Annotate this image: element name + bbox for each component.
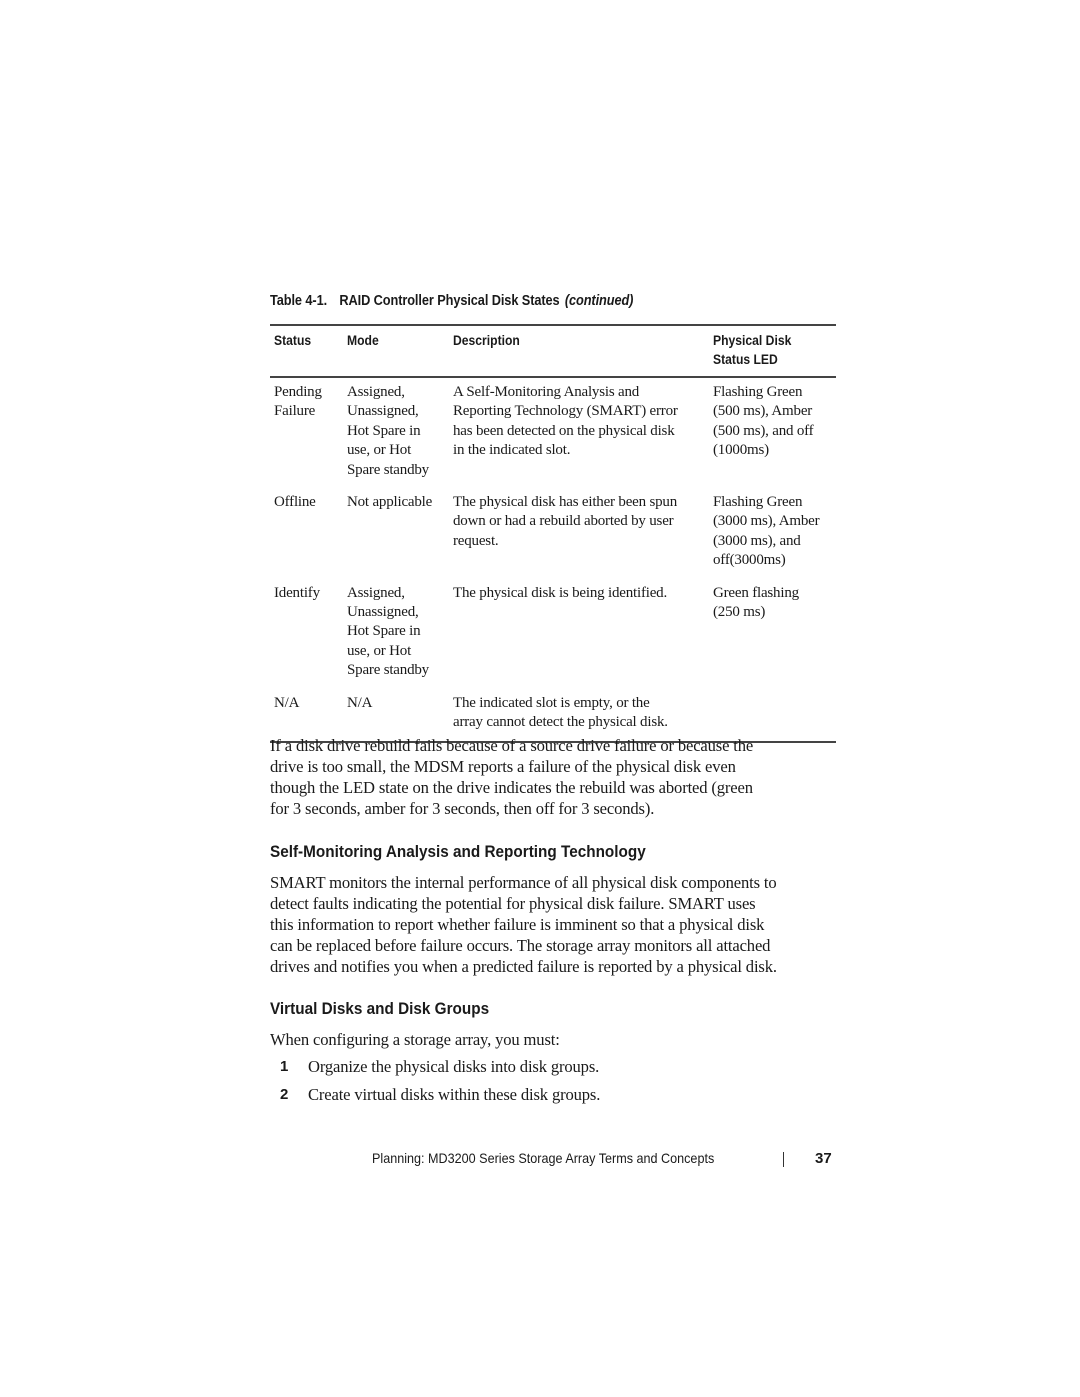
table-row: N/A N/A The indicated slot is empty, or th… — [270, 688, 836, 743]
table-caption-number: Table 4-1. — [270, 293, 328, 309]
table-header-row: Status Mode Description Physical DiskSta… — [270, 324, 836, 378]
smart-heading: Self-Monitoring Analysis and Reporting T… — [270, 842, 646, 861]
cell-mode: N/A — [343, 688, 449, 743]
header-description: Description — [449, 324, 709, 378]
smart-paragraph: SMART monitors the internal performance … — [270, 873, 777, 976]
table-caption-title: RAID Controller Physical Disk States — [339, 293, 560, 309]
cell-description: The physical disk has either been spun do… — [453, 494, 678, 549]
cell-mode: Assigned, Unassigned, Hot Spare in use, or … — [347, 584, 429, 679]
table-caption: Table 4-1. RAID Controller Physical Disk … — [270, 293, 633, 309]
cell-status-led — [709, 688, 836, 743]
cell-status: N/A — [270, 688, 343, 743]
step-number: 2 — [280, 1086, 289, 1103]
footer-separator — [783, 1152, 784, 1167]
cell-description: A Self-Monitoring Analysis and Reporting … — [453, 384, 678, 459]
header-status-led: Physical DiskStatus LED — [709, 324, 836, 378]
footer-chapter-title: Planning: MD3200 Series Storage Array Te… — [372, 1150, 715, 1166]
vd-intro: When configuring a storage array, you mu… — [270, 1030, 560, 1049]
table-caption-continued: (continued) — [564, 293, 634, 309]
cell-status: Offline — [274, 494, 316, 511]
cell-status: Identify — [274, 584, 320, 601]
page-number: 37 — [815, 1150, 832, 1167]
table-row: Offline Not applicable The physical disk h… — [270, 488, 836, 579]
cell-mode: Not applicable — [347, 494, 433, 511]
step-text: Organize the physical disks into disk gr… — [308, 1057, 600, 1076]
cell-status: Pending Failure — [274, 384, 322, 420]
step-number: 1 — [280, 1058, 289, 1075]
cell-description: The indicated slot is empty, or the array… — [449, 688, 709, 743]
cell-description: The physical disk is being identified. — [453, 584, 668, 601]
vd-heading: Virtual Disks and Disk Groups — [270, 999, 490, 1018]
physical-disk-states-table: Status Mode Description Physical DiskSta… — [270, 324, 836, 743]
header-mode: Mode — [343, 324, 449, 378]
cell-status-led: Flashing Green (3000 ms), Amber (3000 ms),… — [713, 494, 820, 569]
step-text: Create virtual disks within these disk g… — [308, 1085, 601, 1104]
cell-status-led: Green flashing (250 ms) — [713, 584, 799, 621]
cell-status-led: Flashing Green (500 ms), Amber (500 ms), a… — [713, 384, 814, 459]
header-status: Status — [270, 324, 343, 378]
cell-mode: Assigned, Unassigned, Hot Spare in use, or … — [347, 384, 429, 478]
table-row: Identify Assigned, Unassigned, Hot Spare in… — [270, 579, 836, 689]
table-row: Pending Failure Assigned, Unassigned, Hot Sp… — [270, 377, 836, 488]
rebuild-paragraph: If a disk drive rebuild fails because of… — [270, 736, 754, 818]
